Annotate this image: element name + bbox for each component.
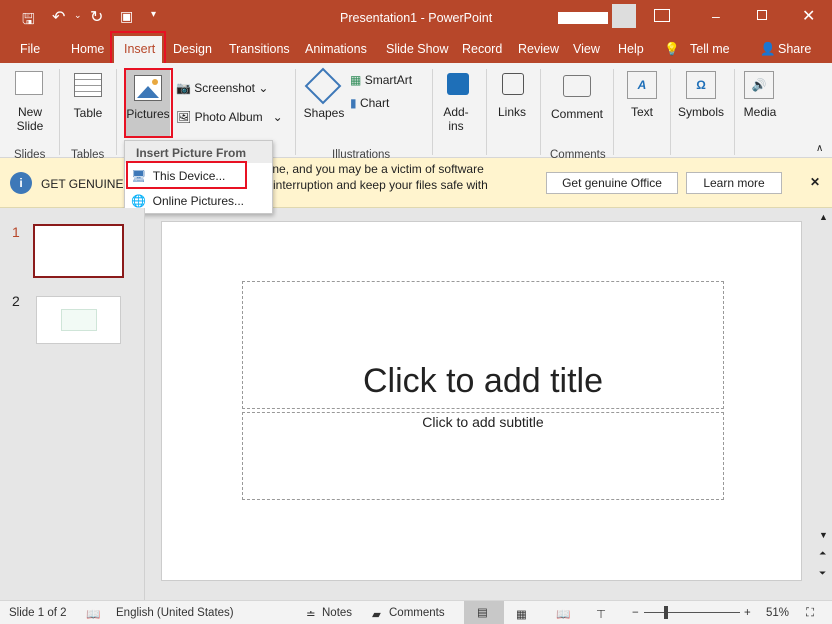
zoom-slider[interactable]	[644, 612, 740, 613]
title-placeholder[interactable]: Click to add title	[242, 281, 724, 409]
new-slide-button[interactable]: New Slide	[8, 105, 52, 133]
tab-design[interactable]: Design	[173, 42, 212, 56]
present-icon[interactable]: ▣	[120, 8, 133, 25]
share-icon: 👤	[760, 42, 776, 56]
this-device-highlight	[126, 161, 247, 189]
addins-button[interactable]: Add-ins	[436, 105, 476, 133]
scroll-down-icon[interactable]: ▼	[819, 530, 828, 540]
minimize-icon[interactable]: –	[712, 8, 720, 24]
normal-view-button[interactable]: ▤	[464, 601, 504, 624]
tab-review[interactable]: Review	[518, 42, 559, 56]
comment-icon	[563, 75, 591, 97]
zoom-out-icon[interactable]: −	[632, 607, 639, 619]
language-indicator[interactable]: English (United States)	[116, 607, 234, 619]
close-icon[interactable]: ✕	[802, 6, 815, 26]
scroll-up-icon[interactable]: ▲	[819, 212, 828, 222]
previous-slide-icon[interactable]: ⏶	[819, 548, 826, 559]
infobar-message: uine, and you may be a victim of softwar…	[263, 162, 488, 208]
text-button[interactable]: Text	[622, 105, 662, 119]
text-icon: A	[627, 71, 657, 99]
tab-view[interactable]: View	[573, 42, 600, 56]
lightbulb-icon: 💡	[664, 42, 680, 56]
slide-thumbnail-2[interactable]	[36, 296, 121, 344]
screenshot-button[interactable]: 📷 Screenshot ⌄	[176, 81, 268, 95]
ribbon-display-icon[interactable]	[654, 9, 670, 22]
new-slide-icon	[15, 71, 43, 95]
account-name-redacted	[558, 12, 608, 24]
symbols-icon: Ω	[686, 71, 716, 99]
info-icon: i	[10, 172, 32, 194]
reading-view-icon[interactable]: 📖	[556, 607, 570, 621]
slide-thumbnail-1[interactable]	[33, 224, 124, 278]
get-genuine-office-button[interactable]: Get genuine Office	[546, 172, 678, 194]
collapse-ribbon-icon[interactable]: ∧	[816, 143, 823, 154]
comment-button[interactable]: Comment	[546, 107, 608, 121]
notes-icon: ≐	[306, 609, 316, 621]
chart-icon: ▮	[350, 96, 357, 110]
chart-button[interactable]: ▮ Chart	[350, 96, 389, 110]
status-bar: Slide 1 of 2 📖 English (United States) ≐…	[0, 600, 832, 624]
links-button[interactable]: Links	[492, 105, 532, 119]
slide-sorter-icon[interactable]: ▦	[516, 607, 527, 621]
zoom-level[interactable]: 51%	[766, 607, 789, 619]
comments-icon: ▰	[372, 609, 381, 621]
comments-button[interactable]: Comments	[389, 607, 445, 619]
tell-me-search[interactable]: Tell me	[690, 42, 730, 56]
pictures-highlight	[124, 68, 173, 138]
tab-home[interactable]: Home	[71, 42, 104, 56]
symbols-button[interactable]: Symbols	[674, 105, 728, 119]
links-icon	[502, 73, 524, 95]
tab-record[interactable]: Record	[462, 42, 502, 56]
slide-thumbnail-pane: 1 2	[0, 208, 145, 600]
addins-icon	[447, 73, 469, 95]
notes-button[interactable]: Notes	[322, 607, 352, 619]
tab-file[interactable]: File	[20, 42, 40, 56]
undo-icon[interactable]: ↶	[52, 7, 65, 27]
insert-tab-highlight	[110, 31, 166, 67]
maximize-icon[interactable]	[757, 10, 767, 20]
share-button[interactable]: Share	[778, 42, 811, 56]
next-slide-icon[interactable]: ⏷	[819, 568, 826, 579]
online-pictures-icon: 🌐	[131, 194, 146, 208]
undo-dropdown-icon[interactable]: ⌄	[74, 10, 82, 21]
fit-to-window-icon[interactable]: ⛶	[806, 607, 814, 620]
slide-counter: Slide 1 of 2	[9, 607, 67, 619]
tab-transitions[interactable]: Transitions	[229, 42, 290, 56]
shapes-button[interactable]: Shapes	[302, 106, 346, 120]
slide-canvas: Click to add title Click to add subtitle	[161, 221, 802, 581]
shapes-icon	[304, 67, 342, 105]
learn-more-button[interactable]: Learn more	[686, 172, 782, 194]
table-button[interactable]: Table	[68, 106, 108, 120]
photo-album-button[interactable]: 🖼 Photo Album ⌄	[176, 110, 283, 124]
avatar[interactable]	[612, 4, 636, 28]
tab-slide-show[interactable]: Slide Show	[386, 42, 449, 56]
smartart-icon: ▦	[350, 73, 362, 87]
zoom-slider-thumb[interactable]	[663, 606, 668, 619]
vertical-scrollbar[interactable]: ▲ ▼ ⏶ ⏷	[816, 208, 832, 600]
subtitle-placeholder[interactable]: Click to add subtitle	[242, 412, 724, 500]
table-icon	[74, 73, 102, 97]
save-icon[interactable]: 🖫	[22, 9, 35, 34]
normal-view-icon: ▤	[477, 607, 488, 619]
tab-help[interactable]: Help	[618, 42, 644, 56]
media-button[interactable]: Media	[738, 105, 782, 119]
media-icon: 🔊	[744, 71, 774, 99]
spellcheck-icon[interactable]: 📖	[86, 607, 100, 621]
infobar-close-icon[interactable]: ✕	[810, 175, 820, 189]
customize-toolbar-icon[interactable]: ▾	[151, 9, 156, 20]
window-title: Presentation1 - PowerPoint	[340, 11, 493, 25]
infobar-title: GET GENUINE O	[41, 177, 137, 191]
redo-icon[interactable]: ↻	[90, 7, 103, 27]
slideshow-icon[interactable]: ⊤	[596, 607, 606, 621]
menu-item-online-pictures[interactable]: 🌐 Online Pictures...	[131, 194, 244, 208]
zoom-in-icon[interactable]: +	[744, 607, 751, 619]
smartart-button[interactable]: ▦ SmartArt	[350, 73, 412, 87]
tab-animations[interactable]: Animations	[305, 42, 367, 56]
menu-header: Insert Picture From	[125, 141, 272, 163]
